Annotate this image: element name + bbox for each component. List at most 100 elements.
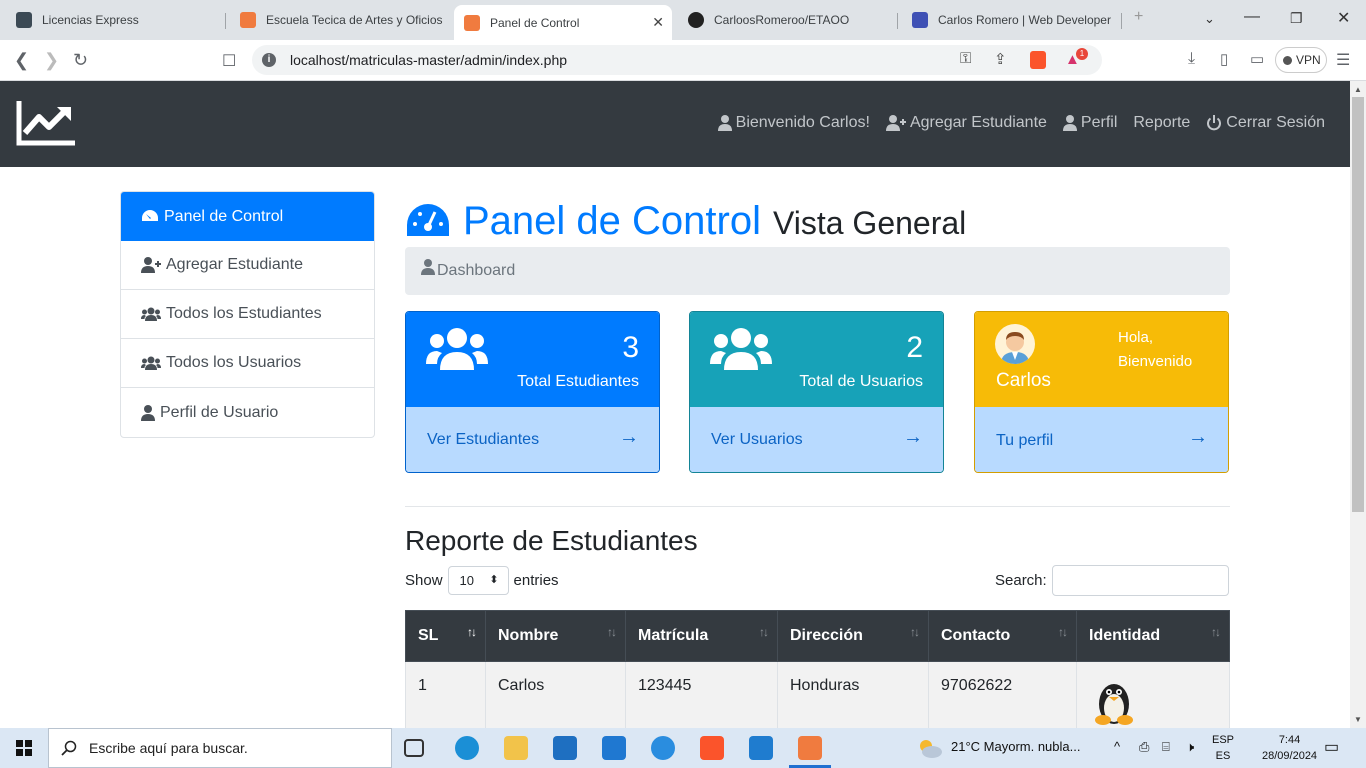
your-profile-link[interactable]: Tu perfil → (975, 407, 1228, 472)
profile-name: Carlos (996, 370, 1051, 391)
column-header-matricula[interactable]: Matrícula ↑↓ (625, 610, 778, 662)
view-users-link[interactable]: Ver Usuarios → (690, 407, 943, 472)
column-header-nombre[interactable]: Nombre ↑↓ (485, 610, 626, 662)
site-navbar: Bienvenido Carlos! Agregar Estudiante Pe… (0, 81, 1350, 167)
nav-add-student-link[interactable]: Agregar Estudiante (885, 114, 1047, 132)
file-explorer-icon[interactable] (504, 736, 528, 760)
users-count: 2 (906, 331, 923, 364)
reload-icon[interactable]: ↻ (73, 50, 88, 71)
browser-tab[interactable]: Licencias Express (6, 5, 226, 35)
chevron-down-icon[interactable]: ⌄ (1204, 11, 1215, 27)
clock[interactable]: 7:44 28/09/2024 (1262, 732, 1317, 764)
entries-length-control: Show 10 entries (405, 566, 559, 595)
taskbar-search-input[interactable]: Escribe aquí para buscar. (48, 728, 392, 768)
forward-icon[interactable]: ❯ (44, 50, 59, 71)
language-bottom: ES (1215, 750, 1231, 762)
notification-icon[interactable]: ▭ (1324, 737, 1339, 757)
vpn-button[interactable]: VPN (1275, 47, 1327, 73)
nav-links: Bienvenido Carlos! Agregar Estudiante Pe… (717, 114, 1325, 132)
back-icon[interactable]: ❮ (14, 50, 29, 71)
column-header-sl[interactable]: SL ↑↓ (405, 610, 486, 662)
task-view-icon[interactable] (404, 739, 424, 757)
sidebar-item-label: Agregar Estudiante (166, 256, 303, 273)
man-avatar-icon (1001, 332, 1029, 364)
cloudy-weather-icon (920, 740, 942, 758)
nav-profile-link[interactable]: Perfil (1062, 114, 1117, 132)
nav-report-label: Reporte (1133, 114, 1191, 131)
nav-logout-label: Cerrar Sesión (1226, 114, 1325, 131)
column-header-contacto[interactable]: Contacto ↑↓ (928, 610, 1077, 662)
browser-tab[interactable]: Escuela Tecica de Artes y Oficios (230, 5, 450, 35)
scroll-down-icon[interactable]: ▼ (1354, 715, 1362, 724)
language-indicator[interactable]: ESP ES (1212, 732, 1234, 764)
store-icon[interactable] (553, 736, 577, 760)
page-scrollbar[interactable]: ▲ ▼ (1350, 81, 1366, 728)
browser-tab[interactable]: Carlos Romero | Web Developer (902, 5, 1122, 35)
sidebar-item-dashboard[interactable]: Panel de Control (121, 192, 374, 241)
divider (405, 506, 1230, 507)
nav-logout-link[interactable]: Cerrar Sesión (1206, 114, 1325, 132)
safari-icon[interactable] (651, 736, 675, 760)
tab-label: Escuela Tecica de Artes y Oficios (266, 13, 443, 27)
sidebar-toggle-icon[interactable]: ▯ (1220, 50, 1228, 68)
column-label: Identidad (1089, 627, 1161, 644)
view-students-label: Ver Estudiantes (427, 431, 540, 448)
nav-welcome-link[interactable]: Bienvenido Carlos! (717, 114, 870, 132)
xampp-icon[interactable] (798, 736, 822, 760)
weather-text[interactable]: 21°C Mayorm. nubla... (951, 739, 1080, 754)
page-title: Panel de Control Vista General (405, 196, 966, 244)
breadcrumb-item[interactable]: Dashboard (437, 262, 515, 295)
windows-start-icon[interactable] (16, 740, 32, 756)
chevron-up-icon[interactable]: ^ (1114, 739, 1120, 754)
sidebar-item-user-profile[interactable]: Perfil de Usuario (121, 388, 374, 437)
browser-tab-active[interactable]: Panel de Control ✕ (454, 5, 672, 40)
profile-greeting: Hola, Bienvenido (1118, 329, 1193, 370)
close-tab-icon[interactable]: ✕ (652, 14, 664, 31)
key-icon[interactable]: ⚿ (960, 50, 971, 67)
url-field[interactable]: i localhost/matriculas-master/admin/inde… (252, 45, 1102, 75)
new-tab-icon[interactable]: + (1134, 8, 1143, 26)
entries-select[interactable]: 10 (447, 566, 509, 595)
info-icon[interactable]: i (262, 53, 276, 67)
restore-icon[interactable]: ❐ (1290, 10, 1303, 27)
users-icon (710, 328, 772, 370)
brave-shields-icon[interactable] (1030, 51, 1046, 69)
column-label: Dirección (790, 627, 863, 644)
cell-sl: 1 (405, 661, 486, 732)
close-window-icon[interactable]: ✕ (1337, 8, 1350, 28)
device-icon[interactable]: ⎙ (1139, 739, 1149, 755)
bookmark-icon[interactable]: ☐ (222, 51, 236, 71)
table-row: 1 Carlos 123445 Honduras 97062622 (405, 661, 1230, 732)
brave-icon[interactable] (700, 736, 724, 760)
column-header-identidad[interactable]: Identidad ↑↓ (1076, 610, 1230, 662)
minimize-icon[interactable]: — (1244, 8, 1260, 26)
vscode-icon[interactable] (749, 736, 773, 760)
search-input[interactable] (1051, 565, 1229, 596)
scroll-up-icon[interactable]: ▲ (1354, 85, 1362, 94)
nav-add-student-label: Agregar Estudiante (909, 114, 1047, 131)
users-icon (141, 356, 161, 370)
wallet-icon[interactable]: ▭ (1250, 50, 1264, 68)
view-students-link[interactable]: Ver Estudiantes → (406, 407, 659, 472)
column-header-direccion[interactable]: Dirección ↑↓ (777, 610, 929, 662)
browser-tab[interactable]: CarloosRomeroo/ETAOO (678, 5, 898, 35)
tab-label: Panel de Control (490, 15, 580, 30)
share-icon[interactable]: ⇪ (994, 50, 1007, 68)
network-icon[interactable]: ⌸ (1162, 739, 1170, 755)
user-icon (141, 404, 155, 421)
user-icon (1062, 115, 1077, 131)
download-icon[interactable]: ⤓ (1188, 50, 1195, 68)
volume-muted-icon[interactable]: 🕨 (1186, 739, 1194, 755)
line-chart-logo-icon[interactable] (15, 99, 77, 147)
students-table: SL ↑↓ Nombre ↑↓ Matrícula ↑↓ Dirección ↑↓ Co… (405, 610, 1230, 732)
mail-icon[interactable] (602, 736, 626, 760)
menu-icon[interactable]: ☰ (1336, 50, 1350, 70)
edge-icon[interactable] (455, 736, 479, 760)
sidebar-item-all-users[interactable]: Todos los Usuarios (121, 339, 374, 388)
sidebar-item-add-student[interactable]: Agregar Estudiante (121, 241, 374, 290)
sort-icon: ↑↓ (607, 625, 617, 639)
sidebar-item-label: Todos los Usuarios (166, 354, 302, 371)
nav-report-link[interactable]: Reporte (1133, 114, 1190, 132)
sidebar-item-all-students[interactable]: Todos los Estudiantes (121, 290, 374, 339)
scroll-thumb[interactable] (1352, 97, 1364, 512)
